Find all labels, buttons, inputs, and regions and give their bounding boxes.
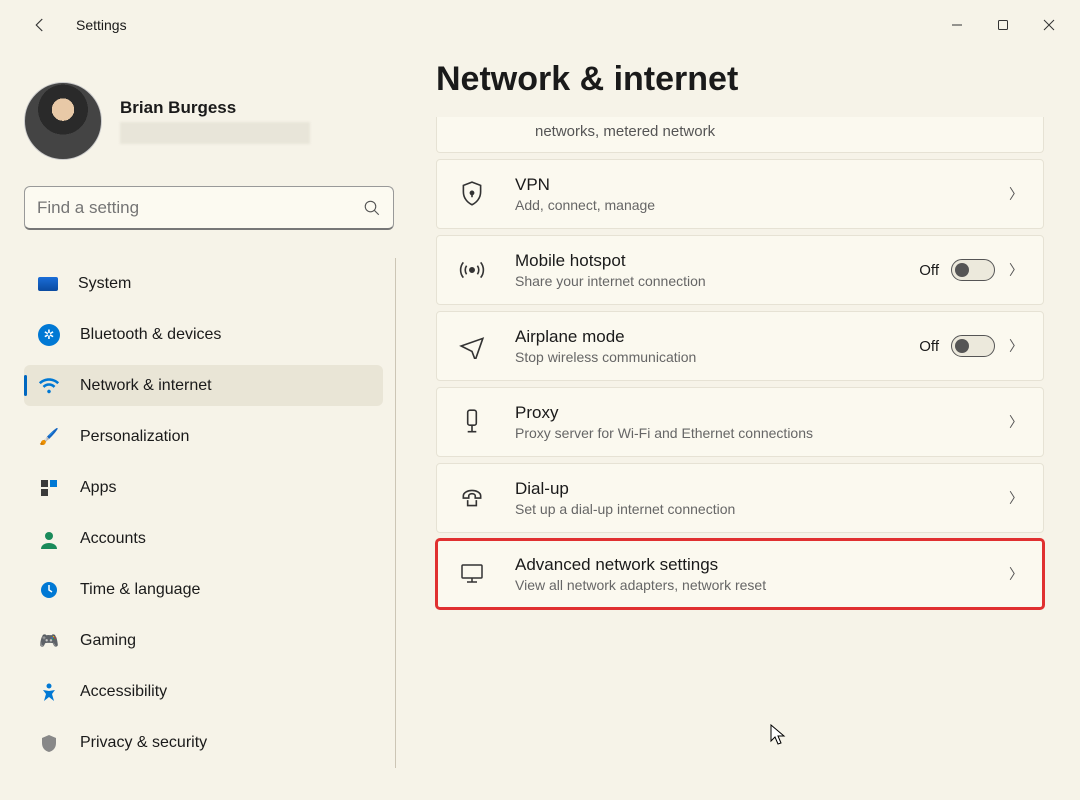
avatar (24, 82, 102, 160)
sidebar-item-personalization[interactable]: 🖌️ Personalization (24, 416, 383, 457)
search-input[interactable] (37, 198, 363, 218)
proxy-icon (459, 408, 485, 436)
profile-email (120, 122, 310, 144)
card-advanced-network[interactable]: Advanced network settings View all netwo… (436, 539, 1044, 609)
sidebar-item-apps[interactable]: Apps (24, 467, 383, 508)
card-sub: Proxy server for Wi-Fi and Ethernet conn… (515, 425, 1009, 441)
card-title: Proxy (515, 403, 1009, 423)
sidebar-item-label: Gaming (80, 632, 136, 650)
sidebar-item-accessibility[interactable]: Accessibility (24, 671, 383, 712)
phone-icon (459, 485, 485, 511)
card-sub: Add, connect, manage (515, 197, 1009, 213)
sidebar-item-label: Personalization (80, 428, 189, 446)
clock-icon (38, 579, 60, 601)
sidebar-item-system[interactable]: System (24, 263, 383, 304)
sidebar-item-label: Accounts (80, 530, 146, 548)
sidebar-item-label: Network & internet (80, 377, 212, 395)
gaming-icon: 🎮 (38, 630, 60, 652)
card-sub: networks, metered network (535, 123, 715, 140)
accessibility-icon (38, 681, 60, 703)
sidebar-item-label: Accessibility (80, 683, 167, 701)
sidebar-item-time[interactable]: Time & language (24, 569, 383, 610)
card-title: Advanced network settings (515, 555, 1009, 575)
sidebar-item-label: Bluetooth & devices (80, 326, 221, 344)
toggle-state: Off (919, 262, 939, 279)
card-title: VPN (515, 175, 1009, 195)
card-sub: View all network adapters, network reset (515, 577, 1009, 593)
sidebar-item-label: Time & language (80, 581, 200, 599)
sidebar-item-label: System (78, 275, 131, 293)
card-hotspot[interactable]: Mobile hotspot Share your internet conne… (436, 235, 1044, 305)
chevron-right-icon: 〉 (1009, 488, 1023, 508)
card-dialup[interactable]: Dial-up Set up a dial-up internet connec… (436, 463, 1044, 533)
hotspot-icon (459, 257, 485, 283)
airplane-icon (459, 333, 485, 359)
sidebar-item-gaming[interactable]: 🎮 Gaming (24, 620, 383, 661)
search-box[interactable] (24, 186, 394, 230)
card-proxy[interactable]: Proxy Proxy server for Wi-Fi and Etherne… (436, 387, 1044, 457)
brush-icon: 🖌️ (38, 426, 60, 448)
card-title: Dial-up (515, 479, 1009, 499)
card-title: Mobile hotspot (515, 251, 919, 271)
sidebar: Brian Burgess System ✲ Bluetooth & devic… (0, 50, 400, 800)
card-vpn[interactable]: VPN Add, connect, manage 〉 (436, 159, 1044, 229)
minimize-button[interactable] (934, 9, 980, 41)
profile[interactable]: Brian Burgess (24, 82, 400, 160)
system-icon (38, 277, 58, 291)
sidebar-item-label: Privacy & security (80, 734, 207, 752)
card-title: Airplane mode (515, 327, 919, 347)
back-button[interactable] (24, 9, 56, 41)
sidebar-item-privacy[interactable]: Privacy & security (24, 722, 383, 763)
bluetooth-icon: ✲ (38, 324, 60, 346)
profile-name: Brian Burgess (120, 98, 310, 118)
card-sub: Share your internet connection (515, 273, 919, 289)
card-airplane[interactable]: Airplane mode Stop wireless communicatio… (436, 311, 1044, 381)
hotspot-toggle[interactable] (951, 259, 995, 281)
titlebar: Settings (0, 0, 1080, 50)
apps-icon (38, 477, 60, 499)
accounts-icon (38, 528, 60, 550)
sidebar-item-label: Apps (80, 479, 116, 497)
wifi-icon (38, 375, 60, 397)
maximize-button[interactable] (980, 9, 1026, 41)
main-content: Network & internet networks, metered net… (400, 50, 1080, 800)
sidebar-item-bluetooth[interactable]: ✲ Bluetooth & devices (24, 314, 383, 355)
shield-icon (38, 732, 60, 754)
chevron-right-icon: 〉 (1009, 184, 1023, 204)
close-button[interactable] (1026, 9, 1072, 41)
toggle-state: Off (919, 338, 939, 355)
chevron-right-icon: 〉 (1009, 412, 1023, 432)
card-partial[interactable]: networks, metered network (436, 117, 1044, 153)
card-sub: Stop wireless communication (515, 349, 919, 365)
card-sub: Set up a dial-up internet connection (515, 501, 1009, 517)
page-title: Network & internet (436, 60, 1044, 99)
chevron-right-icon: 〉 (1009, 260, 1023, 280)
shield-lock-icon (459, 180, 485, 208)
window-title: Settings (76, 17, 127, 33)
airplane-toggle[interactable] (951, 335, 995, 357)
sidebar-item-network[interactable]: Network & internet (24, 365, 383, 406)
search-icon (363, 199, 381, 217)
monitor-icon (459, 561, 485, 587)
sidebar-item-accounts[interactable]: Accounts (24, 518, 383, 559)
chevron-right-icon: 〉 (1009, 564, 1023, 584)
chevron-right-icon: 〉 (1009, 336, 1023, 356)
